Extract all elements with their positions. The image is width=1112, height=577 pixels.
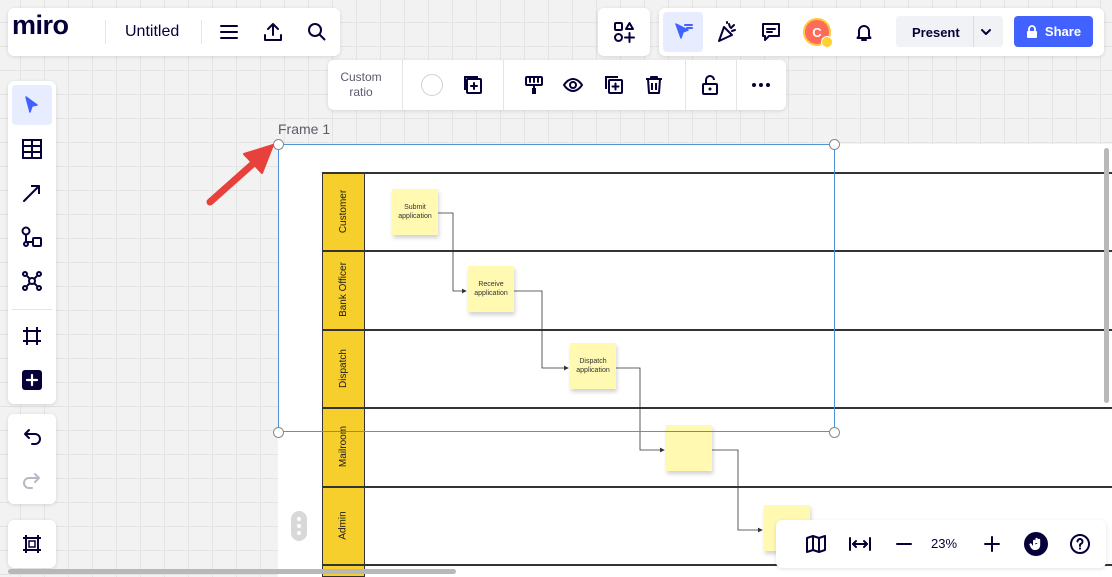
process-connectors [438, 212, 763, 533]
connector-line [438, 212, 467, 294]
sticky-note-receive-application[interactable]: Receive application [468, 266, 514, 312]
help-icon[interactable] [1062, 526, 1098, 562]
sticky-note-submit-application[interactable]: Submit application [392, 189, 438, 235]
reactions-hand-icon[interactable] [1018, 526, 1054, 562]
sticky-note-dispatch-application[interactable]: Dispatch application [570, 343, 616, 389]
zoom-level[interactable]: 23% [931, 536, 957, 551]
board-map-icon[interactable] [798, 526, 834, 562]
vertical-scrollbar[interactable] [1104, 148, 1109, 403]
connector-line [616, 367, 665, 453]
zoom-out-icon[interactable] [886, 526, 922, 562]
grip-dot [297, 531, 301, 535]
resize-handle-bottom-left[interactable] [273, 427, 284, 438]
annotation-arrow [206, 144, 274, 206]
resize-handle-bottom-right[interactable] [829, 427, 840, 438]
resize-handle-top-right[interactable] [829, 139, 840, 150]
connector-line [712, 449, 763, 533]
fit-to-screen-icon[interactable] [842, 526, 878, 562]
connector-line [514, 290, 569, 371]
grip-dot [297, 517, 301, 521]
frame-menu-grip[interactable] [291, 511, 307, 541]
sticky-note-empty[interactable] [666, 425, 712, 471]
grip-dot [297, 524, 301, 528]
horizontal-scrollbar[interactable] [8, 569, 456, 574]
zoom-in-icon[interactable] [974, 526, 1010, 562]
